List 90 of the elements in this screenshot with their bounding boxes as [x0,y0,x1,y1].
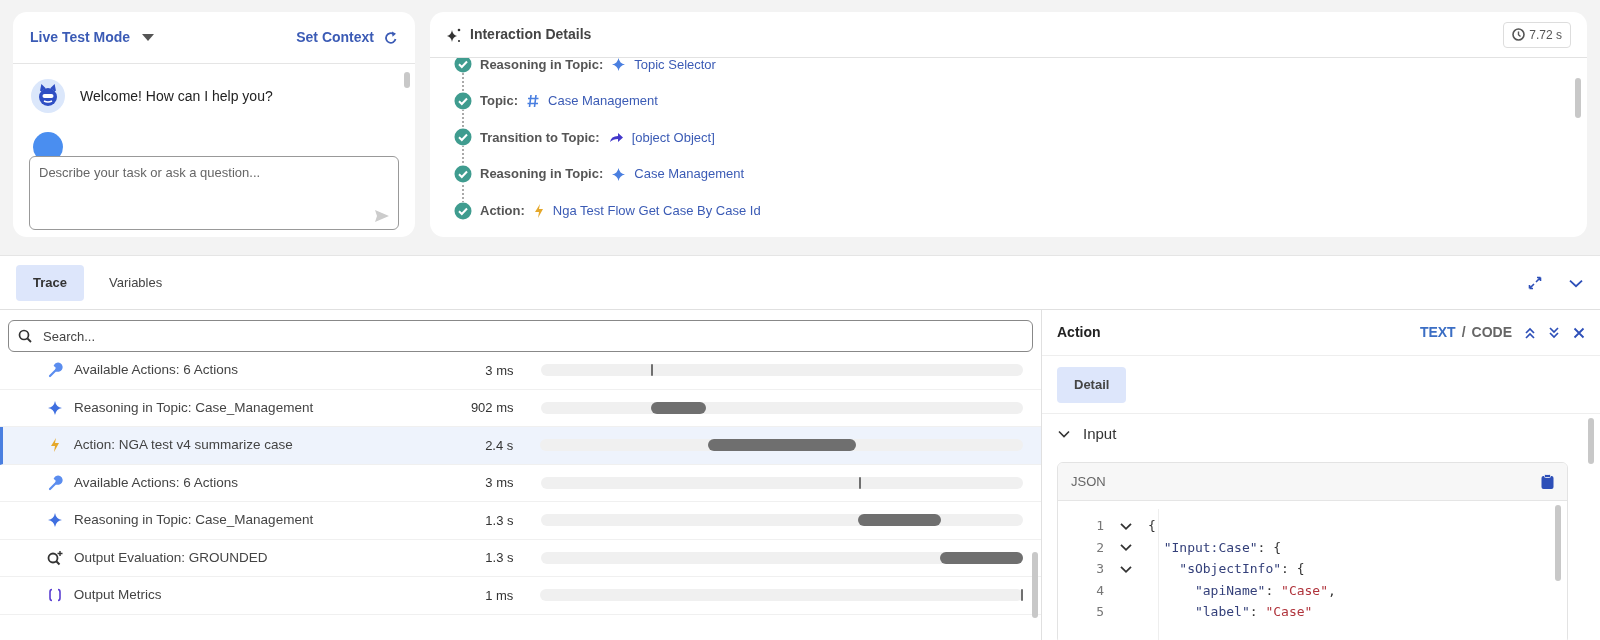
clock-icon [1512,28,1526,41]
code-line: "sObjectInfo": { [1178,560,1305,578]
step-label: Reasoning in Topic: [480,58,604,74]
lightning-bolt-icon [532,202,545,219]
clipboard-icon [1541,474,1554,489]
duration-text: 1 ms [484,586,514,605]
timeline-bar [1020,589,1023,602]
code-line: "apiName": "Case", [1193,581,1336,600]
double-chevron-down-icon [1548,325,1560,340]
check-circle-icon [454,201,472,220]
step-link[interactable]: [object Object] [631,127,715,148]
lightning-bolt-icon [48,437,61,454]
curved-arrow-icon [607,130,624,145]
line-number: 4 [1095,581,1104,600]
line-number: 3 [1095,560,1104,578]
step-link[interactable]: Case Management [548,91,658,111]
duration-text: 3 ms [484,361,514,380]
step-link[interactable]: Case Management [634,164,745,184]
braces-icon [47,588,62,603]
trace-label: Available Actions: 6 Actions [74,473,240,492]
view-mode-toggle[interactable]: CODE [1471,322,1512,343]
set-context-button[interactable]: Set Context [296,27,398,48]
check-circle-icon [454,91,472,110]
panel-title: Action [1057,323,1101,342]
timeline-bar [651,364,654,377]
duration-badge: 7.72 s [1503,21,1571,48]
trace-label: Reasoning in Topic: Case_Management [74,511,315,530]
search-icon [18,329,32,343]
timeline-bar [858,476,861,489]
trace-row[interactable]: Reasoning in Topic: Case_Management 1.3 s [0,502,1041,540]
step-label: Reasoning in Topic: [480,165,604,184]
send-icon [375,210,389,222]
trace-row[interactable]: Output Metrics 1 ms [0,577,1041,615]
format-label: JSON [1071,472,1106,491]
duration-text: 2.4 s [484,436,514,455]
line-number: 5 [1095,603,1104,621]
chat-message: Welcome! How can I help you? [80,87,273,106]
message-input[interactable]: Describe your task or ask a question... [29,156,399,230]
step-label: Topic: [480,92,519,111]
step-link[interactable]: Nga Test Flow Get Case By Case Id [552,200,761,221]
trace-label: Action: NGA test v4 summarize case [73,436,294,455]
duration-text: 3 ms [484,474,514,492]
magnifier-sparkle-icon [46,549,64,566]
panel-title: Interaction Details [470,25,592,44]
trace-row[interactable]: Action: NGA test v4 summarize case 2.4 s [0,427,1041,465]
scrollbar-thumb [1032,552,1038,618]
check-circle-icon [454,165,472,184]
trace-row[interactable]: Available Actions: 6 Actions 3 ms [0,352,1041,390]
step-label: Transition to Topic: [480,128,600,147]
sparkle-icon [611,166,627,182]
check-circle-icon [454,128,472,147]
trace-row[interactable]: Output Evaluation: GROUNDED 1.3 s [0,539,1041,577]
mode-dropdown[interactable]: Live Test Mode [30,27,155,48]
search-field[interactable]: Search... [8,320,1033,352]
separator-text: / [1461,323,1466,342]
user-avatar [33,132,63,156]
expand-icon [1528,275,1542,290]
scrollbar-thumb [1588,418,1594,464]
duration-text: 1.3 s [484,511,514,530]
duration-text: 902 ms [469,399,514,417]
trace-label: Reasoning in Topic: Case_Management [74,398,315,417]
step-link[interactable]: Topic Selector [634,58,716,75]
trace-label: Available Actions: 6 Actions [74,361,240,380]
view-mode-toggle[interactable]: TEXT [1419,322,1456,343]
code-line: { [1148,517,1156,535]
duration-text: 1.3 s [484,549,514,567]
timeline-bar [650,401,707,414]
hash-icon [526,92,541,109]
trace-label: Output Evaluation: GROUNDED [74,548,269,567]
tab[interactable]: Trace [16,264,84,301]
close-icon [1573,326,1585,339]
sparkles-icon [446,26,462,43]
line-number: 1 [1095,517,1104,535]
trace-row[interactable]: Available Actions: 6 Actions 3 ms [0,464,1041,502]
tab[interactable]: Variables [92,264,180,301]
code-line: "Input:Case": { [1162,538,1282,557]
step-label: Action: [480,201,525,220]
double-chevron-up-icon [1524,325,1536,340]
scrollbar-thumb [1575,78,1581,118]
scrollbar-thumb [404,72,410,88]
check-circle-icon [454,58,472,74]
line-number: 2 [1095,538,1104,557]
code-line: "label": "Case" [1193,603,1313,621]
section-toggle[interactable]: Input [1057,414,1117,454]
tab[interactable]: Detail [1057,366,1127,403]
caret-down-icon [142,33,155,42]
trace-label: Output Metrics [73,586,163,605]
refresh-icon [384,30,398,45]
robot-avatar-icon [30,78,66,114]
sparkle-icon [611,58,627,72]
